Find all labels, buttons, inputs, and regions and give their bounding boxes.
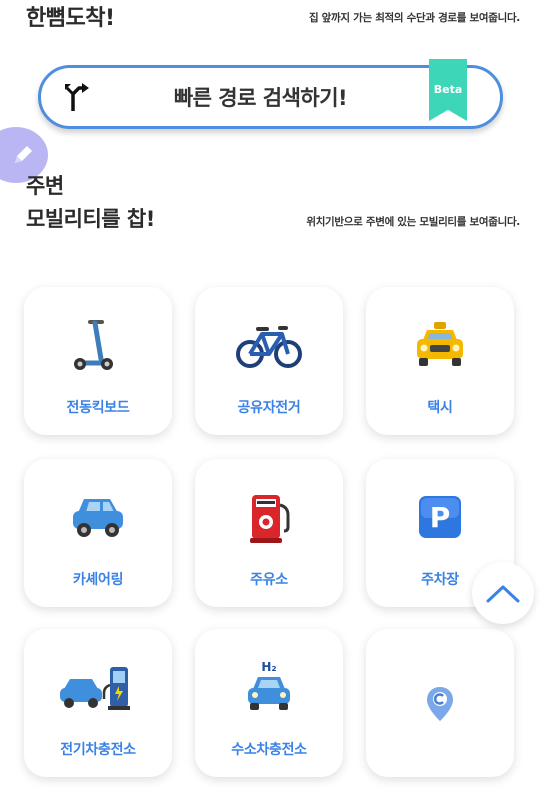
bicycle-icon [195, 315, 343, 375]
tile-taxi[interactable]: 택시 [366, 287, 514, 435]
tile-location[interactable] [366, 629, 514, 777]
tile-car-sharing[interactable]: 카셰어링 [24, 459, 172, 607]
section-title-line1: 주변 [26, 174, 64, 198]
section-title-mobility: 주변 모빌리티를 찹! [26, 170, 155, 236]
section-title-arrival: 한뼘도착! [26, 6, 115, 31]
hydrogen-car-icon: H₂ [195, 657, 343, 717]
section-description-arrival: 집 앞까지 가는 최적의 수단과 경로를 보여줍니다. [308, 12, 520, 24]
section-title-line2: 모빌리티를 찹! [26, 207, 155, 231]
route-search-label: 빠른 경로 검색하기! [173, 86, 348, 110]
tile-label: 택시 [427, 400, 453, 416]
tile-label: 공유자전거 [237, 400, 301, 416]
route-turn-icon [65, 83, 89, 111]
scroll-top-button[interactable] [472, 562, 534, 624]
chevron-up-icon [486, 585, 520, 603]
tile-label: 주유소 [250, 572, 288, 588]
pencil-icon [15, 146, 32, 163]
tile-bicycle[interactable]: 공유자전거 [195, 287, 343, 435]
route-search-button[interactable]: 빠른 경로 검색하기! Beta [38, 59, 503, 129]
beta-badge: Beta [429, 59, 467, 121]
ev-charger-icon [24, 657, 172, 717]
tile-label: 전기차충전소 [60, 742, 136, 758]
tile-label: 카셰어링 [72, 572, 124, 588]
car-icon [24, 487, 172, 547]
svg-text:P: P [430, 501, 451, 534]
tile-label: 수소차충전소 [231, 742, 307, 758]
tile-ev-charging[interactable]: 전기차충전소 [24, 629, 172, 777]
tile-label: 전동킥보드 [66, 400, 130, 416]
beta-badge-text: Beta [433, 83, 463, 96]
kick-scooter-icon [24, 315, 172, 375]
tile-kick-scooter[interactable]: 전동킥보드 [24, 287, 172, 435]
location-pin-icon [366, 674, 514, 734]
tile-hydrogen-charging[interactable]: H₂ 수소차충전소 [195, 629, 343, 777]
taxi-icon [366, 315, 514, 375]
fuel-pump-icon [195, 487, 343, 547]
tile-gas-station[interactable]: 주유소 [195, 459, 343, 607]
parking-icon: P [366, 487, 514, 547]
svg-text:H₂: H₂ [261, 660, 276, 674]
section-description-mobility: 위치기반으로 주변에 있는 모빌리티를 보여줍니다. [306, 216, 520, 228]
